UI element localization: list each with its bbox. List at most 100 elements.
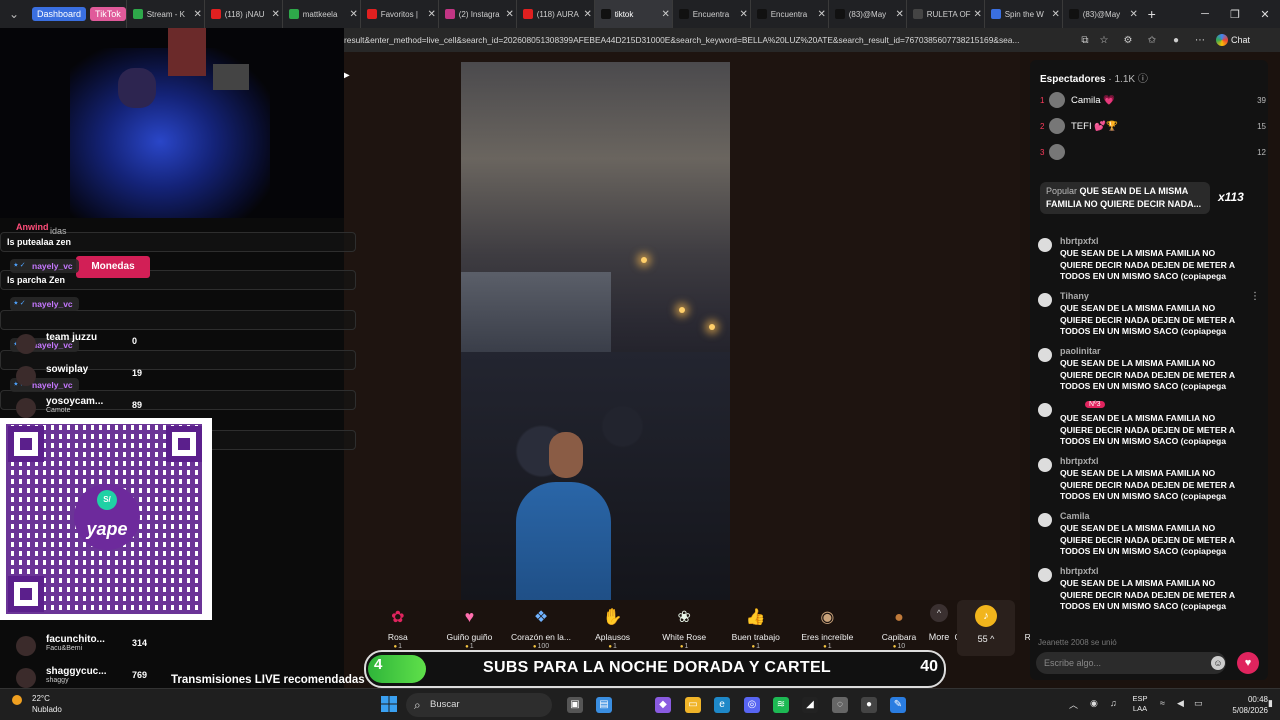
extensions-icon[interactable]: ⚙ — [1121, 33, 1135, 47]
browser-tab[interactable]: (118) ¡NAU ✕ — [203, 0, 282, 28]
close-tab-icon[interactable]: ✕ — [270, 9, 282, 20]
stream-icon — [288, 9, 299, 19]
edge-icon[interactable]: e — [714, 697, 730, 713]
new-tab-button[interactable]: + — [1140, 6, 1164, 22]
browser-tab[interactable]: RULETA OF ✕ — [905, 0, 984, 28]
browser-tab[interactable]: (83)@May ✕ — [1061, 0, 1140, 28]
coin-balance[interactable]: ♪ 55 ^ — [957, 600, 1015, 656]
volume-icon[interactable]: ◀ — [1177, 698, 1184, 709]
comment-user[interactable]: hbrtpxfxl — [1060, 236, 1099, 246]
spotify-icon[interactable]: ≋ — [773, 697, 789, 713]
language-indicator[interactable]: ESP LAA — [1130, 694, 1150, 714]
browser-tab[interactable]: mattkeela ✕ — [281, 0, 360, 28]
app-icon[interactable]: ◌ — [832, 697, 848, 713]
open-in-app-icon[interactable]: ⧉ — [1078, 33, 1092, 47]
browser-tab[interactable]: Stream - K ✕ — [125, 0, 204, 28]
profile-icon[interactable]: ● — [1169, 33, 1183, 47]
close-tab-icon[interactable]: ✕ — [504, 9, 516, 20]
avatar — [1038, 513, 1052, 527]
tray-icon[interactable]: ◉ — [1090, 698, 1098, 709]
browser-tab[interactable]: (118) AURA ✕ — [515, 0, 594, 28]
close-window-icon[interactable]: ✕ — [1250, 0, 1280, 28]
obs-icon[interactable]: ● — [861, 697, 877, 713]
emoji-icon[interactable]: ☺ — [1211, 656, 1225, 670]
close-tab-icon[interactable]: ✕ — [738, 9, 750, 20]
browser-tab[interactable]: (83)@May ✕ — [827, 0, 906, 28]
close-tab-icon[interactable]: ✕ — [582, 9, 594, 20]
menu-dots-icon[interactable]: ⋯ — [1193, 33, 1207, 47]
tab-group-1[interactable]: TikTok — [90, 7, 126, 21]
comment[interactable]: Nº3 QUE SEAN DE LA MISMA FAMILIA NO QUIER… — [1038, 401, 1264, 453]
comment[interactable]: hbrtpxfxl QUE SEAN DE LA MISMA FAMILIA NO… — [1038, 456, 1264, 508]
subs-goal-target: 40 — [920, 658, 938, 675]
comment-user[interactable]: Tihany — [1060, 291, 1089, 301]
restore-icon[interactable]: ❐ — [1220, 0, 1250, 28]
overlay-chat-line: Is putealaa zen — [7, 237, 72, 247]
battery-icon[interactable]: ▭ — [1194, 698, 1203, 709]
popular-comment[interactable]: Popular QUE SEAN DE LA MISMA FAMILIA NO … — [1040, 182, 1210, 214]
close-tab-icon[interactable]: ✕ — [348, 9, 360, 20]
browser-tab[interactable]: Encuentra ✕ — [749, 0, 828, 28]
close-tab-icon[interactable]: ✕ — [972, 9, 984, 20]
viewers-heading[interactable]: Espectadores · 1.1K ⓘ — [1040, 70, 1148, 85]
task-view-icon[interactable]: ▣ — [567, 697, 583, 713]
browser-tab[interactable]: Favoritos | ✕ — [359, 0, 438, 28]
close-tab-icon[interactable]: ✕ — [816, 9, 828, 20]
close-tab-icon[interactable]: ✕ — [426, 9, 438, 20]
weather-icon — [12, 695, 22, 705]
close-tab-icon[interactable]: ✕ — [660, 9, 672, 20]
close-tab-icon[interactable]: ✕ — [1050, 9, 1062, 20]
comment-user[interactable]: Camila — [1060, 511, 1090, 521]
browser-tab[interactable]: (2) Instagra ✕ — [437, 0, 516, 28]
browser-tab[interactable]: tiktok ✕ — [593, 0, 672, 28]
minimize-icon[interactable]: ─ — [1190, 0, 1220, 28]
favorites-icon[interactable]: ✩ — [1145, 33, 1159, 47]
file-explorer-icon[interactable]: ▭ — [685, 697, 701, 713]
gift-name: White Rose — [662, 632, 707, 642]
chat-button[interactable]: Chat — [1216, 32, 1264, 48]
comment[interactable]: hbrtpxfxl QUE SEAN DE LA MISMA FAMILIA NO… — [1038, 236, 1264, 288]
avatar — [16, 636, 36, 656]
copilot-app-icon[interactable]: ◆ — [655, 697, 671, 713]
info-icon[interactable]: ⓘ — [1138, 74, 1148, 85]
comment-input[interactable]: Escribe algo... — [1036, 652, 1226, 674]
comment[interactable]: paolinitar QUE SEAN DE LA MISMA FAMILIA N… — [1038, 346, 1264, 398]
close-tab-icon[interactable]: ✕ — [192, 9, 204, 20]
app-icon[interactable]: ◢ — [802, 697, 818, 713]
close-tab-icon[interactable]: ✕ — [1128, 9, 1140, 20]
tray-chevron-icon[interactable]: ︿ — [1069, 698, 1078, 711]
top-viewer-row[interactable]: 1 Camila 💗 39 — [1040, 90, 1266, 110]
comment[interactable]: hbrtpxfxl QUE SEAN DE LA MISMA FAMILIA NO… — [1038, 566, 1264, 618]
leaderboard-score: 0 — [132, 336, 138, 346]
browser-tab[interactable]: Spin the W ✕ — [983, 0, 1062, 28]
top-viewer-row[interactable]: 3 12 — [1040, 142, 1266, 162]
comment-user[interactable]: paolinitar — [1060, 346, 1101, 356]
browser-tab[interactable]: Encuentra ✕ — [671, 0, 750, 28]
discord-icon[interactable]: ◎ — [744, 697, 760, 713]
more-options-icon[interactable]: ⋮ — [1250, 291, 1260, 302]
mic-icon[interactable]: ♫ — [1110, 698, 1117, 708]
widget-icon[interactable]: ▤ — [596, 697, 612, 713]
tab-group-0[interactable]: Dashboard — [32, 7, 87, 21]
clock[interactable]: 00:48 5/08/2026 — [1222, 694, 1268, 716]
app-icon[interactable]: ✎ — [890, 697, 906, 713]
popular-count: x113 — [1218, 190, 1244, 204]
weather-widget[interactable]: 22°C Nublado — [12, 693, 62, 715]
comment-user[interactable]: hbrtpxfxl — [1060, 566, 1099, 576]
close-tab-icon[interactable]: ✕ — [894, 9, 906, 20]
video-person-head — [549, 432, 583, 478]
url-field[interactable]: result&enter_method=live_cell&search_id=… — [344, 28, 1072, 52]
top-viewer-row[interactable]: 2 TEFI 💕🏆 15 — [1040, 116, 1266, 136]
live-video[interactable] — [461, 62, 730, 600]
gift-price: 10 — [893, 643, 905, 650]
comment[interactable]: Tihany QUE SEAN DE LA MISMA FAMILIA NO QU… — [1038, 291, 1264, 343]
bookmark-star-icon[interactable]: ☆ — [1097, 33, 1111, 47]
taskbar-search[interactable]: Buscar — [406, 693, 552, 717]
comment[interactable]: Camila QUE SEAN DE LA MISMA FAMILIA NO QU… — [1038, 511, 1264, 563]
comment-user[interactable]: hbrtpxfxl — [1060, 456, 1099, 466]
like-heart-button[interactable]: ♥ — [1237, 652, 1259, 674]
wifi-icon[interactable]: ≈ — [1160, 698, 1165, 708]
start-button-icon[interactable] — [381, 696, 397, 712]
tab-search-icon[interactable]: ⌄ — [0, 0, 28, 28]
notification-icon[interactable]: ▮ — [1268, 698, 1273, 709]
